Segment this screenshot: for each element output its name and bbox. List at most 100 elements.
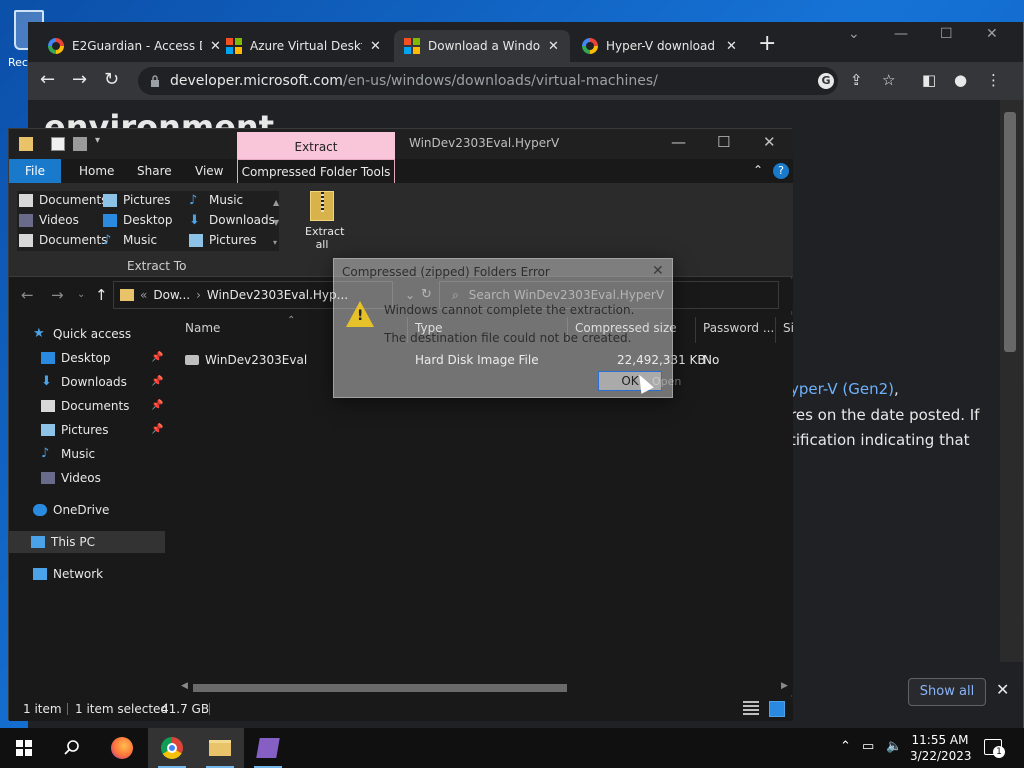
close-icon[interactable]: ✕: [996, 680, 1009, 699]
nav-this-pc[interactable]: This PC: [9, 531, 165, 553]
nav-desktop[interactable]: Desktop: [41, 347, 111, 369]
bookmark-star-icon[interactable]: ☆: [882, 72, 895, 88]
close-icon[interactable]: ✕: [986, 26, 998, 42]
nav-documents[interactable]: Documents: [41, 395, 129, 417]
close-icon[interactable]: ✕: [763, 133, 776, 151]
nav-downloads[interactable]: ⬇ Downloads: [41, 371, 127, 393]
zip-folder-icon: [310, 191, 334, 221]
collapse-ribbon-icon[interactable]: ⌃: [753, 163, 763, 177]
maximize-icon[interactable]: ☐: [940, 26, 953, 42]
location-music[interactable]: ♪ Music: [189, 193, 243, 207]
nav-network[interactable]: Network: [33, 563, 103, 585]
scroll-left-icon[interactable]: ◀: [181, 681, 188, 691]
nav-onedrive[interactable]: OneDrive: [33, 499, 109, 521]
new-tab-plus-icon[interactable]: +: [758, 33, 776, 55]
hyper-v-gen2-link[interactable]: yper-V (Gen2),: [790, 380, 899, 398]
column-header-size[interactable]: Si: [783, 321, 794, 335]
taskbar-chrome[interactable]: [148, 728, 196, 768]
taskbar-visual-studio[interactable]: [244, 728, 292, 768]
back-arrow-icon[interactable]: ←: [21, 286, 34, 304]
nav-pictures[interactable]: Pictures: [41, 419, 109, 441]
minimize-icon[interactable]: —: [894, 26, 908, 42]
scroll-right-icon[interactable]: ▶: [781, 681, 788, 691]
pin-icon[interactable]: 📌: [151, 352, 163, 363]
network-icon[interactable]: ▭: [862, 739, 874, 754]
desktop-icon: [103, 213, 117, 227]
new-folder-icon[interactable]: [73, 137, 87, 151]
up-arrow-icon[interactable]: ↑: [95, 286, 108, 304]
profile-icon[interactable]: ●: [954, 72, 967, 88]
taskbar-firefox[interactable]: [98, 728, 146, 768]
tab-azure-virtual-desktop[interactable]: Azure Virtual Desktop ✕: [216, 30, 391, 62]
notification-icon[interactable]: 1: [984, 739, 1005, 758]
tab-e2guardian[interactable]: E2Guardian - Access D ✕: [38, 30, 231, 62]
page-scrollbar[interactable]: [1000, 100, 1023, 662]
breadcrumb-root[interactable]: Dow...: [153, 288, 190, 302]
extract-all-button[interactable]: Extract all: [305, 191, 344, 251]
column-header-password[interactable]: Password ...: [703, 321, 774, 335]
start-button[interactable]: [0, 728, 48, 768]
tab-file[interactable]: File: [9, 159, 61, 183]
close-icon[interactable]: ✕: [370, 39, 381, 54]
back-arrow-icon[interactable]: ←: [40, 71, 55, 89]
maximize-icon[interactable]: ☐: [717, 133, 730, 151]
tab-home[interactable]: Home: [79, 159, 114, 183]
location-pictures[interactable]: Pictures: [103, 193, 171, 207]
forward-arrow-icon[interactable]: →: [51, 286, 64, 304]
properties-icon[interactable]: [51, 137, 65, 151]
share-icon[interactable]: ⇪: [850, 72, 863, 88]
location-documents[interactable]: Documents: [19, 233, 107, 247]
minimize-icon[interactable]: —: [671, 133, 686, 151]
close-icon[interactable]: ✕: [652, 263, 664, 279]
google-lens-icon[interactable]: G: [818, 73, 834, 89]
pin-icon[interactable]: 📌: [151, 400, 163, 411]
nav-videos[interactable]: Videos: [41, 467, 101, 489]
pin-icon[interactable]: 📌: [151, 424, 163, 435]
tab-share[interactable]: Share: [137, 159, 172, 183]
horizontal-scrollbar[interactable]: ◀ ▶: [181, 681, 793, 695]
search-button[interactable]: [48, 728, 96, 768]
large-icons-view-icon[interactable]: [769, 701, 785, 717]
close-icon[interactable]: ✕: [548, 39, 559, 54]
help-icon[interactable]: ?: [773, 163, 789, 179]
pin-icon[interactable]: 📌: [151, 376, 163, 387]
chevron-up-icon[interactable]: ⌃: [840, 739, 851, 754]
scrollbar-thumb[interactable]: [193, 684, 567, 692]
reload-icon[interactable]: ↻: [104, 71, 119, 89]
nav-music[interactable]: ♪ Music: [41, 443, 95, 465]
address-bar[interactable]: developer.microsoft.com/en-us/windows/do…: [138, 67, 838, 95]
tab-download-windows[interactable]: Download a Windows ✕: [394, 30, 570, 62]
side-panel-icon[interactable]: ◧: [922, 72, 936, 88]
menu-kebab-icon[interactable]: ⋮: [986, 72, 1001, 88]
forward-arrow-icon[interactable]: →: [72, 71, 87, 89]
location-music[interactable]: ♪ Music: [103, 233, 157, 247]
breadcrumb-current[interactable]: WinDev2303Eval.Hyp...: [207, 288, 348, 302]
location-desktop[interactable]: Desktop: [103, 213, 173, 227]
scrollbar-thumb[interactable]: [1004, 112, 1016, 352]
warning-icon: !: [346, 301, 374, 327]
system-clock[interactable]: 11:55 AM 3/22/2023: [910, 732, 972, 764]
nav-quick-access[interactable]: ★ Quick access: [33, 323, 131, 345]
volume-muted-icon[interactable]: 🔈: [886, 739, 902, 754]
column-divider[interactable]: [775, 317, 776, 343]
tab-compressed-folder-tools[interactable]: Compressed Folder Tools: [237, 159, 395, 183]
tab-view[interactable]: View: [195, 159, 223, 183]
quick-access-dropdown-icon[interactable]: ▾: [95, 135, 100, 146]
breadcrumb-overflow-icon[interactable]: «: [140, 288, 147, 302]
navigation-pane: ★ Quick access Desktop 📌 ⬇ Downloads 📌 Doc…: [9, 315, 169, 695]
recent-dropdown-icon[interactable]: ⌄: [77, 289, 85, 300]
gallery-scroll-arrows-icon[interactable]: ▲ ▼ ▾: [273, 193, 279, 253]
show-all-button[interactable]: Show all: [908, 678, 986, 706]
taskbar-file-explorer[interactable]: [196, 728, 244, 768]
location-downloads[interactable]: ⬇ Downloads: [189, 213, 275, 227]
details-view-icon[interactable]: [743, 701, 759, 717]
context-tab-extract[interactable]: Extract: [237, 132, 395, 159]
column-header-name[interactable]: Name: [185, 321, 220, 335]
close-icon[interactable]: ✕: [726, 39, 737, 54]
column-divider[interactable]: [695, 317, 696, 343]
location-pictures[interactable]: Pictures: [189, 233, 257, 247]
location-videos[interactable]: Videos: [19, 213, 79, 227]
location-documents[interactable]: Documents: [19, 193, 107, 207]
chevron-down-icon[interactable]: ⌄: [848, 26, 860, 42]
tab-hyper-v-download[interactable]: Hyper-V download - ✕: [572, 30, 747, 62]
